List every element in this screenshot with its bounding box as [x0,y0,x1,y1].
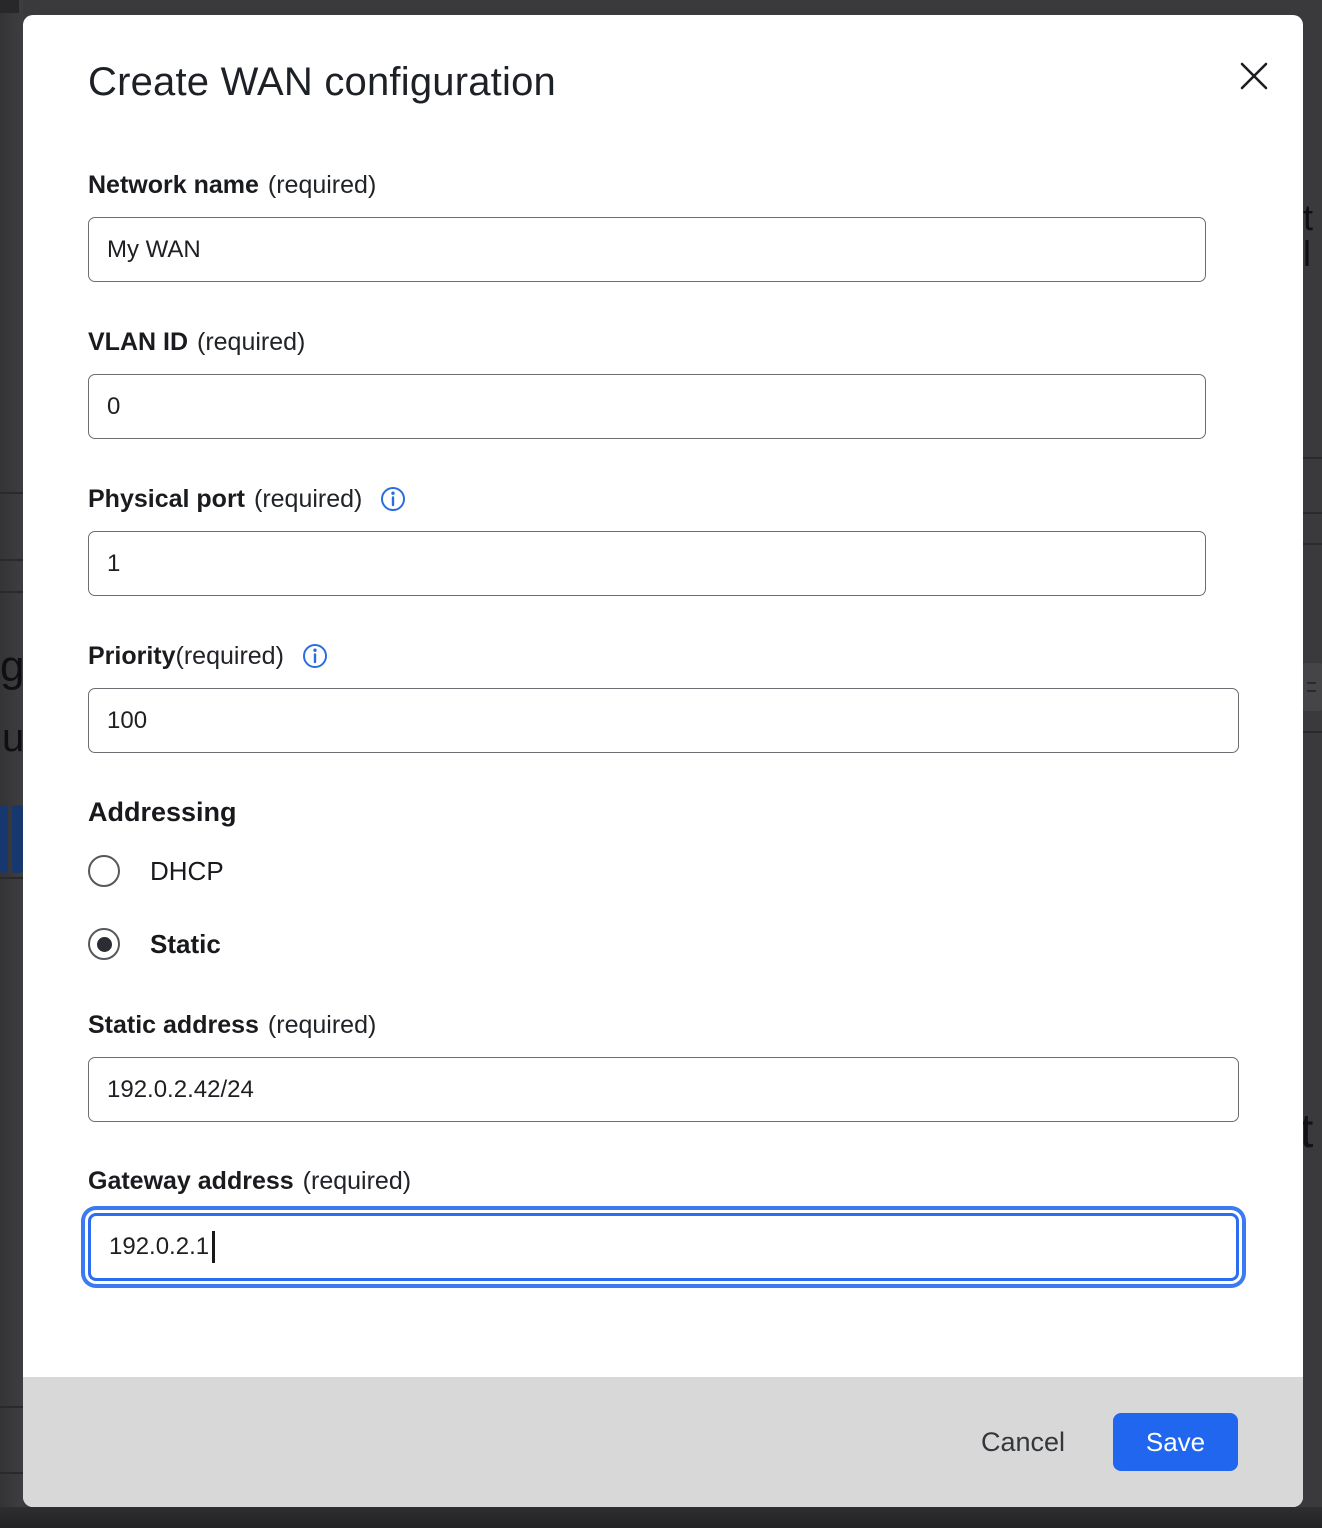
backdrop-left-column [0,0,23,1528]
static-address-label: Static address [88,1011,259,1040]
gateway-address-label: Gateway address [88,1167,294,1196]
backdrop-divider [0,1406,23,1408]
backdrop-divider [1303,457,1322,459]
physical-port-input[interactable] [88,531,1206,596]
backdrop-top-corner [0,0,19,13]
backdrop-text-fragment: g [0,645,24,689]
backdrop-divider [1303,512,1322,514]
save-button[interactable]: Save [1113,1413,1238,1471]
backdrop-divider [0,1472,23,1474]
network-name-field: Network name (required) [88,170,1303,282]
gateway-address-field: Gateway address (required) 192.0.2.1 [88,1166,1303,1281]
priority-field: Priority (required) [88,641,1303,753]
required-hint: (required) [197,328,305,357]
vlan-id-field: VLAN ID (required) [88,327,1303,439]
required-hint: (required) [268,171,376,200]
priority-label: Priority [88,642,176,671]
backdrop-dimmed-button [12,805,23,873]
required-hint: (required) [268,1011,376,1040]
backdrop-bottom-strip [0,1507,1322,1528]
gateway-address-value: 192.0.2.1 [109,1233,209,1261]
vlan-id-input[interactable] [88,374,1206,439]
network-name-label: Network name [88,171,259,200]
addressing-option-static[interactable]: Static [88,928,221,960]
close-icon [1237,59,1271,93]
required-hint: (required) [176,642,284,671]
addressing-option-dhcp[interactable]: DHCP [88,855,224,887]
info-icon[interactable] [380,486,406,512]
network-name-input[interactable] [88,217,1206,282]
physical-port-label: Physical port [88,485,245,514]
dialog-footer: Cancel Save [23,1377,1303,1507]
backdrop-text-fragment: u [2,718,24,758]
required-hint: (required) [254,485,362,514]
backdrop-text-fragment: t l [1303,200,1322,272]
addressing-heading: Addressing [88,796,1303,828]
required-hint: (required) [303,1167,411,1196]
vlan-id-label: VLAN ID [88,328,188,357]
backdrop-divider [1303,543,1322,545]
static-address-field: Static address (required) [88,1010,1303,1122]
dialog-title: Create WAN configuration [88,58,1303,106]
close-button[interactable] [1231,53,1277,99]
backdrop-mini-panel [1303,663,1322,711]
gateway-address-input[interactable]: 192.0.2.1 [88,1213,1239,1281]
backdrop-divider [0,877,23,879]
backdrop-divider [1303,731,1322,733]
priority-input[interactable] [88,688,1239,753]
radio-label: DHCP [150,856,224,887]
physical-port-field: Physical port (required) [88,484,1303,596]
create-wan-configuration-dialog: Create WAN configuration Network name (r… [23,15,1303,1507]
backdrop-divider [0,591,23,593]
radio-button-icon[interactable] [88,855,120,887]
radio-label: Static [150,929,221,960]
text-caret [212,1231,215,1263]
radio-button-icon[interactable] [88,928,120,960]
static-address-input[interactable] [88,1057,1239,1122]
cancel-button[interactable]: Cancel [957,1415,1089,1470]
backdrop-dimmed-button [0,805,8,873]
backdrop-divider [0,492,23,494]
backdrop-divider [0,559,23,561]
info-icon[interactable] [302,643,328,669]
